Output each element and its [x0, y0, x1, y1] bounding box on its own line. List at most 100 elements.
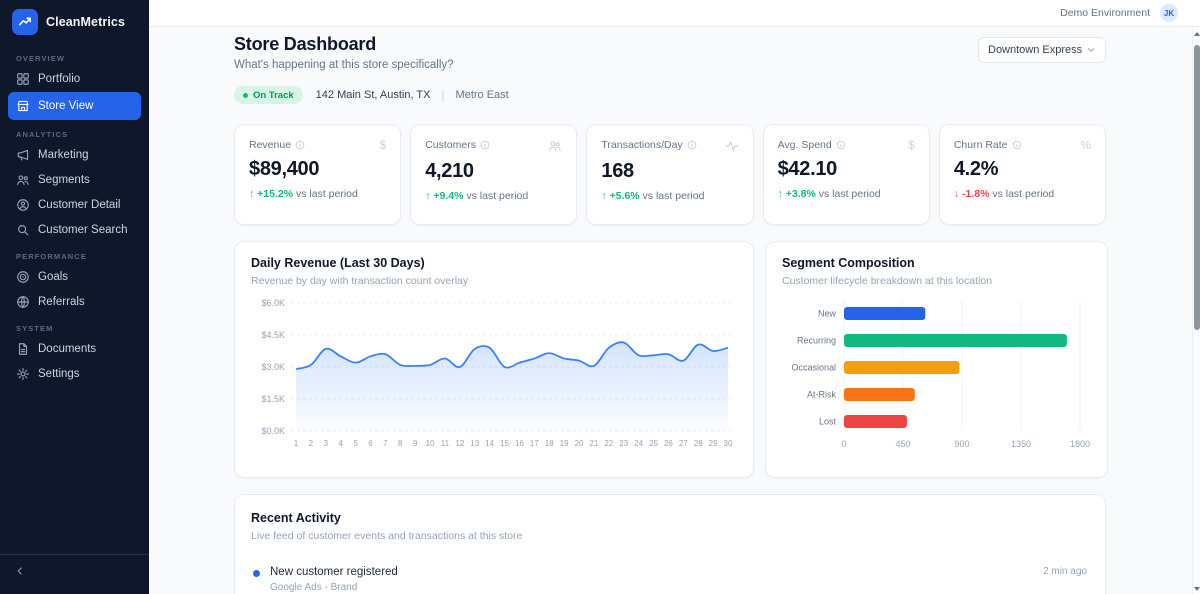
activity-icon — [725, 139, 739, 153]
scroll-up-arrow-icon[interactable] — [1194, 32, 1200, 36]
sidebar-item-label: Store View — [38, 100, 93, 112]
svg-text:22: 22 — [604, 439, 613, 448]
svg-text:$3.0K: $3.0K — [261, 362, 285, 372]
sidebar-item-label: Marketing — [38, 149, 89, 161]
svg-text:At-Risk: At-Risk — [807, 390, 836, 400]
sidebar-item-customer-search[interactable]: Customer Search — [8, 218, 141, 242]
svg-text:23: 23 — [619, 439, 628, 448]
info-icon[interactable] — [836, 140, 846, 150]
svg-text:24: 24 — [634, 439, 643, 448]
kpi-value: $42.10 — [778, 158, 915, 181]
users-icon — [16, 173, 30, 187]
sidebar-item-label: Documents — [38, 343, 96, 355]
recent-activity-card: Recent Activity Live feed of customer ev… — [234, 494, 1106, 594]
kpi-change-suffix: vs last period — [640, 190, 705, 202]
meta-separator: | — [441, 88, 444, 102]
gear-icon — [16, 367, 30, 381]
activity-timestamp: 2 min ago — [1043, 566, 1087, 577]
svg-text:26: 26 — [664, 439, 673, 448]
megaphone-icon — [16, 148, 30, 162]
svg-text:28: 28 — [694, 439, 703, 448]
revenue-line-chart[interactable]: $0.0K$1.5K$3.0K$4.5K$6.0K123456789101112… — [251, 295, 737, 462]
svg-text:2: 2 — [309, 439, 314, 448]
kpi-label: Customers — [425, 139, 490, 151]
sidebar-item-segments[interactable]: Segments — [8, 168, 141, 192]
target-icon — [16, 270, 30, 284]
nav-section-label: PERFORMANCE — [8, 243, 141, 265]
segment-chart-subtitle: Customer lifecycle breakdown at this loc… — [782, 275, 1091, 287]
scroll-down-arrow-icon[interactable] — [1194, 587, 1200, 591]
chevron-down-icon — [1086, 45, 1096, 55]
svg-text:Recurring: Recurring — [797, 336, 836, 346]
sidebar-item-customer-detail[interactable]: Customer Detail — [8, 193, 141, 217]
kpi-card-customers: Customers4,210↑ +9.4% vs last period — [410, 124, 577, 225]
revenue-chart-subtitle: Revenue by day with transaction count ov… — [251, 275, 737, 287]
kpi-card-transactions-day: Transactions/Day168↑ +5.6% vs last perio… — [586, 124, 753, 225]
svg-text:29: 29 — [709, 439, 718, 448]
svg-text:Occasional: Occasional — [791, 363, 836, 373]
segment-bar-chart[interactable]: 045090013501800NewRecurringOccasionalAt-… — [782, 295, 1091, 462]
svg-text:12: 12 — [455, 439, 464, 448]
info-icon[interactable] — [687, 140, 697, 150]
kpi-card-avg-spend: Avg. Spend$$42.10↑ +3.8% vs last period — [763, 124, 930, 225]
kpi-label: Revenue — [249, 139, 305, 151]
dollar-icon: $ — [908, 139, 915, 151]
info-icon[interactable] — [480, 140, 490, 150]
environment-label: Demo Environment — [1060, 7, 1150, 19]
svg-text:27: 27 — [679, 439, 688, 448]
nav-section-label: ANALYTICS — [8, 121, 141, 143]
svg-text:7: 7 — [383, 439, 388, 448]
kpi-label: Churn Rate — [954, 139, 1022, 151]
revenue-chart-title: Daily Revenue (Last 30 Days) — [251, 256, 737, 270]
activity-dot-icon — [253, 570, 260, 577]
kpi-change: ↑ +15.2% vs last period — [249, 188, 386, 200]
scrollbar[interactable] — [1192, 27, 1200, 594]
kpi-change: ↑ +3.8% vs last period — [778, 188, 915, 200]
store-region: Metro East — [456, 89, 509, 101]
svg-text:4: 4 — [338, 439, 343, 448]
sidebar-nav: OVERVIEWPortfolioStore ViewANALYTICSMark… — [0, 45, 149, 554]
kpi-card-churn-rate: Churn Rate%4.2%↓ -1.8% vs last period — [939, 124, 1106, 225]
page-subtitle: What's happening at this store specifica… — [234, 59, 454, 71]
activity-item: New customer registeredGoogle Ads - Bran… — [251, 555, 1089, 594]
document-icon — [16, 342, 30, 356]
sidebar-footer — [0, 554, 149, 594]
status-badge: On Track — [234, 86, 303, 104]
info-icon[interactable] — [295, 140, 305, 150]
trend-up-icon: ↑ +9.4% — [425, 190, 463, 202]
svg-text:1: 1 — [294, 439, 299, 448]
sidebar-item-marketing[interactable]: Marketing — [8, 143, 141, 167]
app-logo: CleanMetrics — [0, 0, 149, 45]
sidebar-item-referrals[interactable]: Referrals — [8, 290, 141, 314]
activity-title: New customer registered — [270, 566, 398, 578]
store-selector[interactable]: Downtown Express — [978, 37, 1106, 63]
collapse-sidebar-button[interactable] — [14, 565, 26, 577]
svg-text:900: 900 — [954, 439, 969, 449]
sidebar-item-goals[interactable]: Goals — [8, 265, 141, 289]
avatar[interactable]: JK — [1160, 4, 1178, 22]
sidebar-item-label: Goals — [38, 271, 68, 283]
store-icon — [16, 99, 30, 113]
svg-text:Lost: Lost — [819, 417, 837, 427]
kpi-change: ↓ -1.8% vs last period — [954, 188, 1091, 200]
svg-text:18: 18 — [545, 439, 554, 448]
sidebar-item-settings[interactable]: Settings — [8, 362, 141, 386]
info-icon[interactable] — [1012, 140, 1022, 150]
svg-text:0: 0 — [841, 439, 846, 449]
sidebar-item-label: Segments — [38, 174, 90, 186]
recent-activity-subtitle: Live feed of customer events and transac… — [251, 530, 1089, 542]
svg-text:$0.0K: $0.0K — [261, 426, 285, 436]
kpi-change-suffix: vs last period — [816, 188, 881, 200]
user-circle-icon — [16, 198, 30, 212]
svg-text:9: 9 — [413, 439, 418, 448]
kpi-value: 4.2% — [954, 158, 1091, 181]
topbar: Demo Environment JK — [149, 0, 1200, 27]
kpi-change: ↑ +9.4% vs last period — [425, 190, 562, 202]
trend-up-icon: ↑ +5.6% — [601, 190, 639, 202]
sidebar-item-documents[interactable]: Documents — [8, 337, 141, 361]
svg-text:25: 25 — [649, 439, 658, 448]
svg-text:20: 20 — [575, 439, 584, 448]
sidebar-item-portfolio[interactable]: Portfolio — [8, 67, 141, 91]
sidebar-item-store-view[interactable]: Store View — [8, 92, 141, 120]
scrollbar-thumb[interactable] — [1194, 45, 1200, 330]
